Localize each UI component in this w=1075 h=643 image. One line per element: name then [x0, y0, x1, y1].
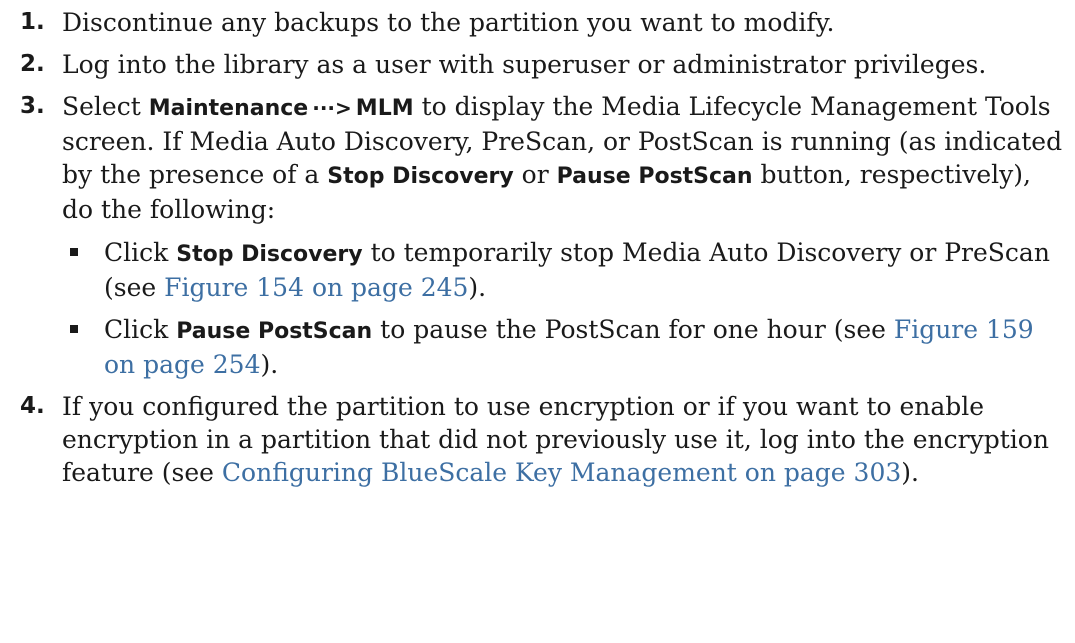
or-word: or [521, 160, 549, 189]
step-4: 4. If you configured the partition to us… [20, 390, 1065, 489]
bullet-item: Click Pause PostScan to pause the PostSc… [62, 313, 1065, 381]
menu-maintenance: Maintenance [148, 96, 309, 121]
figure-link[interactable]: Figure 154 on page 245 [164, 273, 468, 302]
click-word: Click [104, 315, 169, 344]
stop-discovery-label: Stop Discovery [327, 164, 514, 189]
step-text: Discontinue any backups to the partition… [62, 8, 835, 37]
stop-discovery-label: Stop Discovery [176, 242, 363, 267]
menu-arrow-icon: ···> [312, 96, 352, 120]
step-number: 1. [20, 9, 45, 35]
step-number: 4. [20, 393, 45, 419]
sub-bullets: Click Stop Discovery to temporarily stop… [62, 236, 1065, 381]
step-2: 2. Log into the library as a user with s… [20, 48, 1065, 81]
bullet-text: to pause the PostScan for one hour (see [380, 315, 886, 344]
bullet-end: ). [260, 350, 279, 379]
menu-mlm: MLM [355, 96, 414, 121]
bullet-square-icon [70, 248, 78, 256]
section-link[interactable]: Configuring BlueScale Key Management on … [222, 458, 901, 487]
click-word: Click [104, 238, 169, 267]
step-end: ). [901, 458, 919, 487]
step-1: 1. Discontinue any backups to the partit… [20, 6, 1065, 39]
step-select-word: Select [62, 92, 141, 121]
pause-postscan-label: Pause PostScan [556, 164, 753, 189]
procedure-steps: 1. Discontinue any backups to the partit… [20, 6, 1065, 498]
bullet-square-icon [70, 325, 78, 333]
bullet-item: Click Stop Discovery to temporarily stop… [62, 236, 1065, 304]
bullet-end: ). [468, 273, 487, 302]
step-3: 3. Select Maintenance ···> MLM to display … [20, 90, 1065, 381]
step-text: Log into the library as a user with supe… [62, 50, 987, 79]
step-number: 2. [20, 51, 45, 77]
pause-postscan-label: Pause PostScan [176, 319, 373, 344]
step-number: 3. [20, 93, 45, 119]
